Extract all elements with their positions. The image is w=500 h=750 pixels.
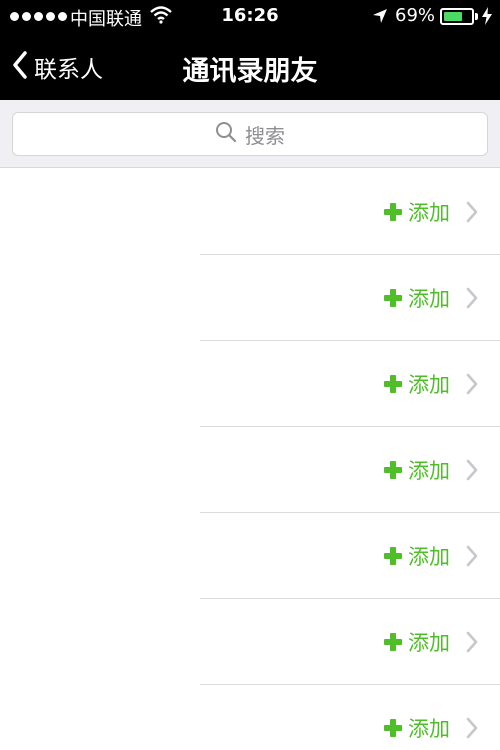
chevron-right-icon xyxy=(466,717,478,743)
battery-level-fill xyxy=(444,12,462,21)
add-friend-button[interactable]: 添加 xyxy=(384,455,450,485)
contact-row[interactable]: 添加 xyxy=(0,169,500,255)
chevron-right-icon xyxy=(466,545,478,571)
add-friend-button[interactable]: 添加 xyxy=(384,541,450,571)
add-friend-label: 添加 xyxy=(408,717,450,741)
plus-icon xyxy=(384,289,402,307)
contact-row[interactable]: 添加 xyxy=(0,427,500,513)
chevron-right-icon xyxy=(466,631,478,657)
battery-icon xyxy=(440,8,474,25)
plus-icon xyxy=(384,719,402,737)
plus-icon xyxy=(384,375,402,393)
add-friend-button[interactable]: 添加 xyxy=(384,197,450,227)
search-bar-area: 搜索 xyxy=(0,100,500,168)
plus-icon xyxy=(384,461,402,479)
add-friend-label: 添加 xyxy=(408,631,450,655)
contact-row[interactable]: 添加 xyxy=(0,341,500,427)
contact-list: 添加 添加 添加 添加 添加 添加 添加 xyxy=(0,169,500,750)
chevron-right-icon xyxy=(466,373,478,399)
add-friend-label: 添加 xyxy=(408,459,450,483)
chevron-right-icon xyxy=(466,459,478,485)
chevron-right-icon xyxy=(466,201,478,227)
add-friend-button[interactable]: 添加 xyxy=(384,283,450,313)
plus-icon xyxy=(384,203,402,221)
page-title-text: 通讯录朋友 xyxy=(182,56,318,87)
search-input[interactable]: 搜索 xyxy=(12,112,488,156)
add-friend-label: 添加 xyxy=(408,545,450,569)
page-title: 通讯录朋友 xyxy=(0,49,500,88)
add-friend-button[interactable]: 添加 xyxy=(384,627,450,657)
charging-bolt-icon xyxy=(482,7,492,30)
battery-percentage: 69% xyxy=(395,5,436,26)
contact-row[interactable]: 添加 xyxy=(0,513,500,599)
contact-row[interactable]: 添加 xyxy=(0,685,500,750)
contact-row[interactable]: 添加 xyxy=(0,255,500,341)
location-arrow-icon xyxy=(372,8,388,29)
search-icon xyxy=(215,121,237,147)
plus-icon xyxy=(384,547,402,565)
plus-icon xyxy=(384,633,402,651)
status-bar: 中国联通 16:26 69% xyxy=(0,0,500,33)
add-friend-button[interactable]: 添加 xyxy=(384,713,450,743)
add-friend-label: 添加 xyxy=(408,287,450,311)
contact-row[interactable]: 添加 xyxy=(0,599,500,685)
battery-nub xyxy=(475,13,478,20)
add-friend-button[interactable]: 添加 xyxy=(384,369,450,399)
chevron-right-icon xyxy=(466,287,478,313)
add-friend-label: 添加 xyxy=(408,201,450,225)
navigation-bar: 联系人 通讯录朋友 xyxy=(0,33,500,100)
add-friend-label: 添加 xyxy=(408,373,450,397)
search-placeholder: 搜索 xyxy=(245,123,285,148)
